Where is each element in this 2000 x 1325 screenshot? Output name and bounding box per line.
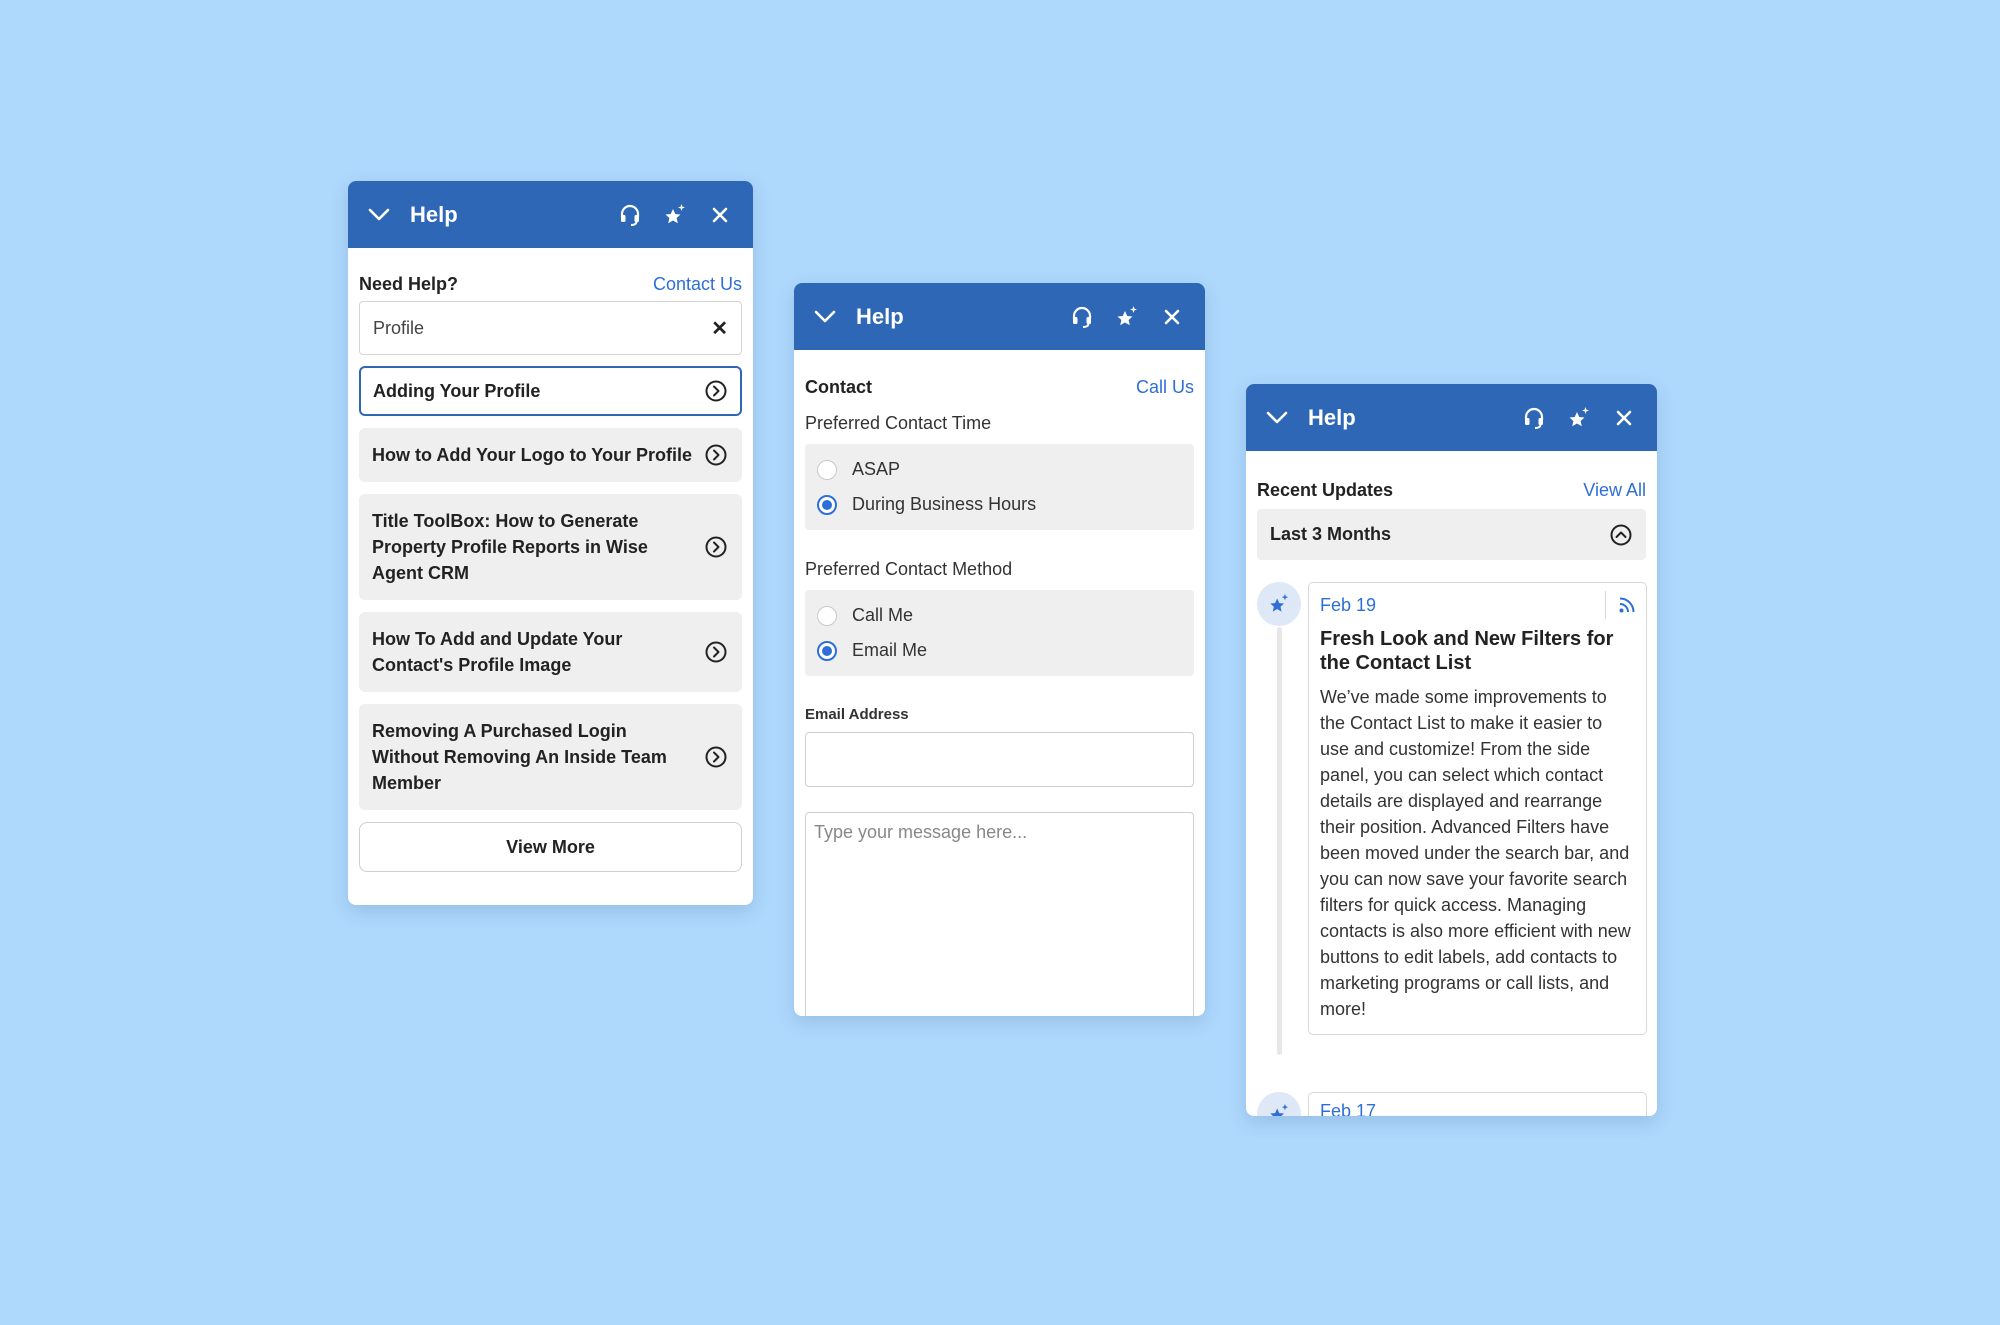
- article-title: How To Add and Update Your Contact's Pro…: [372, 629, 623, 675]
- chevron-up-circle-icon: [1610, 524, 1632, 545]
- article-item[interactable]: Title ToolBox: How to Generate Property …: [359, 494, 742, 600]
- update-title: Fresh Look and New Filters for the Conta…: [1320, 628, 1614, 674]
- radio-button[interactable]: [817, 605, 837, 626]
- sparkle-star-icon: [1257, 1092, 1301, 1116]
- radio-label: Email Me: [852, 640, 928, 660]
- call-us-link[interactable]: Call Us: [1136, 377, 1194, 398]
- radio-label: ASAP: [852, 459, 901, 479]
- radio-email-me[interactable]: Email Me: [817, 633, 1182, 668]
- radio-button[interactable]: [817, 494, 837, 515]
- view-all-link[interactable]: View All: [1583, 480, 1646, 501]
- chevron-down-icon[interactable]: [812, 304, 838, 330]
- radio-label: Call Me: [852, 605, 914, 625]
- sparkle-star-icon[interactable]: [1112, 302, 1142, 332]
- contact-row: Contact Call Us: [805, 377, 1194, 398]
- panel-header: Help: [1246, 384, 1657, 451]
- chevron-down-icon[interactable]: [366, 202, 392, 228]
- panel-header: Help: [348, 181, 753, 248]
- filter-label: Last 3 Months: [1270, 524, 1392, 544]
- email-address-label: Email Address: [805, 706, 909, 723]
- arrow-circle-right-icon: [705, 746, 727, 768]
- view-more-button[interactable]: View More: [359, 822, 742, 872]
- article-title: Removing A Purchased Login Without Remov…: [372, 721, 667, 793]
- article-item[interactable]: Removing A Purchased Login Without Remov…: [359, 704, 742, 810]
- arrow-circle-right-icon: [705, 641, 727, 663]
- article-item[interactable]: Adding Your Profile: [359, 366, 742, 416]
- close-icon[interactable]: [705, 200, 735, 230]
- radio-button[interactable]: [817, 459, 837, 480]
- panel-title: Help: [410, 201, 458, 227]
- timeline-line: [1277, 627, 1282, 1055]
- article-title: Adding Your Profile: [373, 381, 541, 401]
- headset-icon[interactable]: [615, 200, 645, 230]
- updates-timeline: Feb 19 Fresh Look and New Filters for th…: [1257, 582, 1647, 1116]
- date-range-filter[interactable]: Last 3 Months: [1257, 509, 1646, 560]
- panel-header: Help: [794, 283, 1205, 350]
- close-icon[interactable]: [1609, 403, 1639, 433]
- help-updates-panel: Help Recent Updates View All Last 3 Mont…: [1246, 384, 1657, 1116]
- update-card[interactable]: Feb 19 Fresh Look and New Filters for th…: [1308, 582, 1647, 1035]
- article-item[interactable]: How to Add Your Logo to Your Profile: [359, 428, 742, 482]
- radio-button[interactable]: [817, 640, 837, 661]
- need-help-row: Need Help? Contact Us: [359, 274, 742, 295]
- panel-title: Help: [1308, 404, 1356, 430]
- recent-updates-label: Recent Updates: [1257, 480, 1394, 500]
- radio-label: During Business Hours: [852, 494, 1037, 514]
- chevron-down-icon[interactable]: [1264, 405, 1290, 431]
- headset-icon[interactable]: [1519, 403, 1549, 433]
- help-contact-panel: Help Contact Call Us Preferred Contact T…: [794, 283, 1205, 1016]
- radio-business-hours[interactable]: During Business Hours: [817, 487, 1182, 522]
- search-box: ✕: [359, 301, 742, 355]
- radio-call-me[interactable]: Call Me: [817, 598, 1182, 633]
- contact-label: Contact: [805, 377, 872, 397]
- sparkle-star-icon: [1257, 582, 1301, 626]
- panel-title: Help: [856, 303, 904, 329]
- contact-time-label: Preferred Contact Time: [805, 413, 992, 433]
- rss-icon[interactable]: [1605, 591, 1636, 619]
- search-input[interactable]: [373, 317, 712, 339]
- contact-time-group: ASAP During Business Hours: [805, 444, 1194, 530]
- email-field[interactable]: [805, 732, 1194, 787]
- update-date: Feb 19: [1320, 594, 1377, 615]
- article-title: Title ToolBox: How to Generate Property …: [372, 511, 648, 583]
- contact-us-link[interactable]: Contact Us: [653, 274, 742, 295]
- update-date: Feb 17: [1320, 1101, 1377, 1116]
- close-icon[interactable]: [1157, 302, 1187, 332]
- article-title: How to Add Your Logo to Your Profile: [372, 445, 692, 465]
- help-search-panel: Help Need Help? Contact Us ✕ Adding Your…: [348, 181, 753, 905]
- arrow-circle-right-icon: [705, 444, 727, 466]
- recent-updates-row: Recent Updates View All: [1257, 480, 1646, 501]
- contact-method-group: Call Me Email Me: [805, 590, 1194, 676]
- article-item[interactable]: How To Add and Update Your Contact's Pro…: [359, 612, 742, 692]
- need-help-label: Need Help?: [359, 274, 459, 294]
- sparkle-star-icon[interactable]: [1564, 403, 1594, 433]
- contact-method-label: Preferred Contact Method: [805, 559, 1013, 579]
- headset-icon[interactable]: [1067, 302, 1097, 332]
- update-body: We’ve made some improvements to the Cont…: [1320, 687, 1631, 1019]
- update-card[interactable]: Feb 17: [1308, 1092, 1647, 1116]
- arrow-circle-right-icon: [705, 380, 727, 402]
- radio-asap[interactable]: ASAP: [817, 452, 1182, 487]
- arrow-circle-right-icon: [705, 536, 727, 558]
- clear-search-icon[interactable]: ✕: [711, 316, 728, 341]
- message-textarea[interactable]: [805, 812, 1194, 1016]
- sparkle-star-icon[interactable]: [660, 200, 690, 230]
